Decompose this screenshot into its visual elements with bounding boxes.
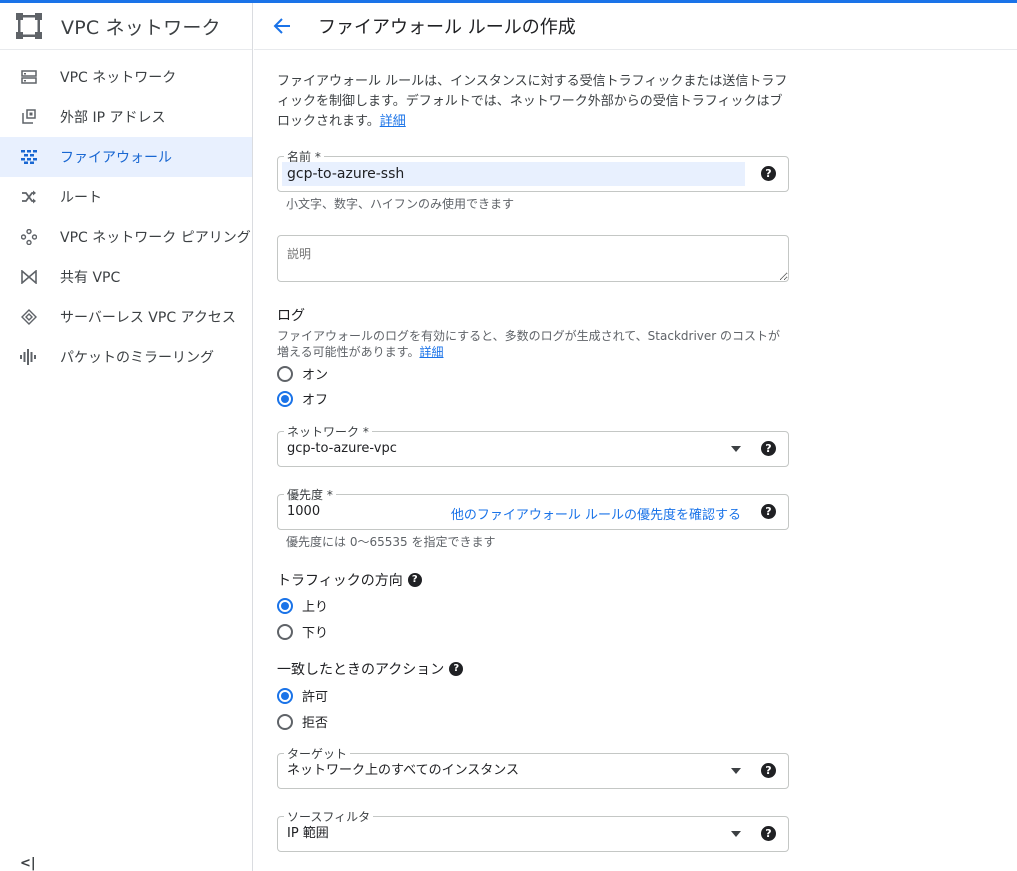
logs-title: ログ [277,308,305,324]
sidebar-item-firewall[interactable]: ファイアウォール [0,137,252,177]
sidebar-item-label: ファイアウォール [60,150,172,166]
radio-circle-checked [277,687,293,704]
target-value: ネットワーク上のすべてのインスタンス [287,763,520,778]
sidebar-item-external-ip[interactable]: 外部 IP アドレス [0,97,252,137]
target-select[interactable]: ターゲット ネットワーク上のすべてのインスタンス ? [277,745,789,789]
network-value: gcp-to-azure-vpc [287,441,397,456]
logs-on-label: オン [302,368,329,383]
radio-circle [277,365,293,382]
firewall-icon [20,148,38,166]
sidebar: VPC ネットワーク VPC ネットワーク 外部 IP アドレス ファイアウォー… [0,3,253,871]
sidebar-header: VPC ネットワーク [0,3,252,50]
name-hint: 小文字、数字、ハイフンのみ使用できます [286,197,515,211]
sidebar-item-routes[interactable]: ルート [0,177,252,217]
name-input[interactable] [282,162,745,186]
ingress-label: 上り [302,600,329,615]
source-filter-select[interactable]: ソースフィルタ IP 範囲 ? [277,808,789,852]
sidebar-item-peering[interactable]: VPC ネットワーク ピアリング [0,217,252,257]
name-help-icon[interactable]: ? [761,166,776,181]
radio-circle [277,623,293,640]
intro-text: ファイアウォール ルールは、インスタンスに対する受信トラフィックまたは送信トラフ… [277,72,792,132]
action-title-text: 一致したときのアクション [277,662,445,678]
target-help-icon[interactable]: ? [761,763,776,778]
radio-circle-checked [277,390,293,407]
dropdown-arrow-icon [731,768,741,774]
sidebar-nav: VPC ネットワーク 外部 IP アドレス ファイアウォール ルート VPC ネ… [0,57,252,377]
sidebar-item-label: 外部 IP アドレス [60,110,166,126]
network-select[interactable]: ネットワーク * gcp-to-azure-vpc ? [277,423,789,467]
sidebar-item-packet-mirroring[interactable]: パケットのミラーリング [0,337,252,377]
sidebar-item-label: 共有 VPC [60,270,121,286]
logs-description: ファイアウォールのログを有効にすると、多数のログが生成されて、Stackdriv… [277,328,792,360]
check-priorities-link[interactable]: 他のファイアウォール ルールの優先度を確認する [451,504,741,523]
ingress-radio[interactable]: 上り [277,596,328,615]
logs-off-radio[interactable]: オフ [277,389,328,408]
peering-icon [20,228,38,246]
logs-off-label: オフ [302,393,329,408]
logs-on-radio[interactable]: オン [277,364,328,383]
sidebar-item-label: ルート [60,190,102,206]
action-title: 一致したときのアクション ? [277,659,464,679]
page-title: ファイアウォール ルールの作成 [318,17,576,38]
deny-radio[interactable]: 拒否 [277,712,328,731]
sidebar-item-serverless-vpc-access[interactable]: サーバーレス VPC アクセス [0,297,252,337]
vpc-network-product-icon [16,13,42,39]
shuffle-routes-icon [20,188,38,206]
source-filter-help-icon[interactable]: ? [761,826,776,841]
radio-circle-checked [277,597,293,614]
egress-label: 下り [302,626,329,641]
network-help-icon[interactable]: ? [761,441,776,456]
source-filter-value: IP 範囲 [287,826,329,841]
logs-desc-body: ファイアウォールのログを有効にすると、多数のログが生成されて、Stackdriv… [277,329,781,359]
sidebar-item-vpc-networks[interactable]: VPC ネットワーク [0,57,252,97]
allow-label: 許可 [302,690,329,705]
priority-help-icon[interactable]: ? [761,504,776,519]
priority-field: 優先度 * 1000 他のファイアウォール ルールの優先度を確認する ? [277,486,789,530]
sidebar-item-shared-vpc[interactable]: 共有 VPC [0,257,252,297]
allow-radio[interactable]: 許可 [277,686,328,705]
collapse-sidebar-button[interactable]: <| [20,856,36,871]
radio-circle [277,713,293,730]
intro-learn-more-link[interactable]: 詳細 [380,114,406,129]
sidebar-item-label: VPC ネットワーク [60,70,177,86]
logs-learn-more-link[interactable]: 詳細 [419,345,443,359]
serverless-icon [20,308,38,326]
direction-help-icon[interactable]: ? [407,573,422,587]
dropdown-arrow-icon [731,831,741,837]
dropdown-arrow-icon [731,446,741,452]
back-arrow-icon[interactable] [270,14,294,38]
sidebar-item-label: サーバーレス VPC アクセス [60,310,236,326]
packet-mirroring-icon [20,348,38,366]
description-textarea[interactable] [277,235,789,282]
product-title: VPC ネットワーク [61,16,221,39]
direction-title: トラフィックの方向 ? [277,570,422,590]
network-list-icon [20,68,38,86]
shared-vpc-icon [20,268,38,286]
direction-title-text: トラフィックの方向 [277,573,403,589]
name-field: 名前 * ? [277,148,789,192]
egress-radio[interactable]: 下り [277,622,328,641]
deny-label: 拒否 [302,716,329,731]
external-ip-icon [20,108,38,126]
intro-body: ファイアウォール ルールは、インスタンスに対する受信トラフィックまたは送信トラフ… [277,74,788,129]
priority-hint: 優先度には 0～65535 を指定できます [286,535,496,549]
page-header: ファイアウォール ルールの作成 [254,3,1017,50]
priority-input[interactable]: 1000 [287,495,320,529]
action-help-icon[interactable]: ? [449,662,464,676]
sidebar-item-label: VPC ネットワーク ピアリング [60,230,251,246]
sidebar-item-label: パケットのミラーリング [60,350,214,366]
